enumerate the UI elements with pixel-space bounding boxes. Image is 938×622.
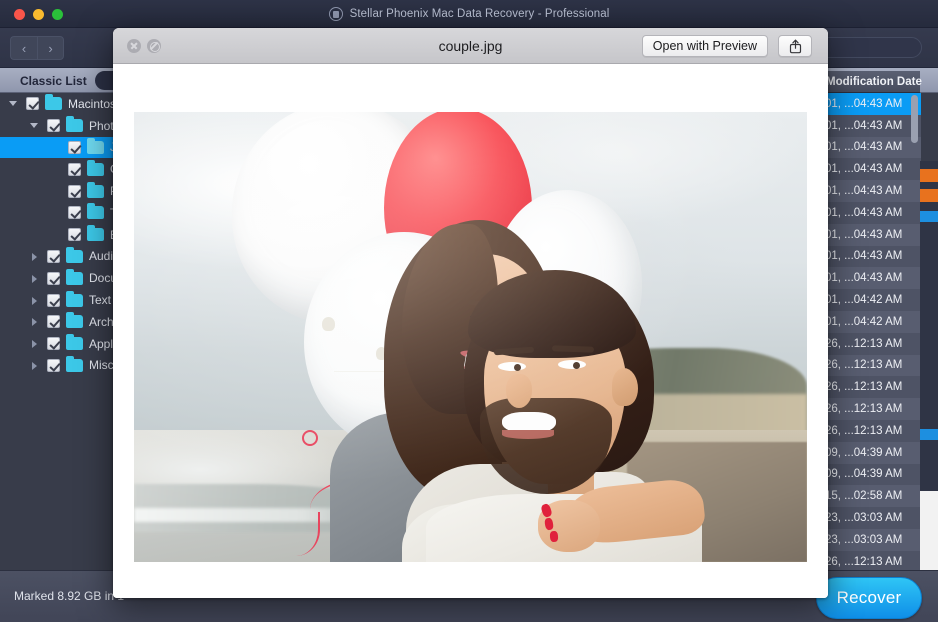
row-checkbox[interactable] [47,315,60,328]
folder-icon [66,315,83,328]
date-cell[interactable]: 26, ...12:13 AM [821,355,921,377]
date-cell[interactable]: 23, ...03:03 AM [821,507,921,529]
date-cell[interactable]: 26, ...12:13 AM [821,420,921,442]
chevron-right-icon[interactable] [29,316,40,327]
folder-icon [87,141,104,154]
tree-spacer [50,229,61,240]
open-with-preview-button[interactable]: Open with Preview [642,35,768,57]
background-window-strip [920,161,938,518]
row-checkbox[interactable] [47,337,60,350]
photo-man-nose [506,374,532,408]
row-checkbox[interactable] [68,141,81,154]
background-blue-badge [920,211,938,222]
chevron-right-icon[interactable]: › [37,36,64,60]
date-cell[interactable]: 26, ...12:13 AM [821,398,921,420]
tree-row-label: Text [89,293,111,307]
photo-ribbon-loop [302,430,318,446]
date-cell[interactable]: 23, ...03:03 AM [821,529,921,551]
date-cell[interactable]: 01, ...04:42 AM [821,311,921,333]
quick-look-preview-window: couple.jpg Open with Preview [113,28,828,598]
chevron-down-icon[interactable] [29,120,40,131]
row-checkbox[interactable] [68,185,81,198]
photo-man-lip [502,430,554,439]
date-cell[interactable]: 26, ...12:13 AM [821,376,921,398]
tab-classic-list[interactable]: Classic List [4,70,103,91]
date-cell[interactable]: 01, ...04:43 AM [821,93,921,115]
date-cell[interactable]: 01, ...04:43 AM [821,246,921,268]
background-orange-badge [920,189,938,202]
photo-man-eye [498,362,526,371]
folder-icon [66,294,83,307]
folder-icon [66,337,83,350]
preview-titlebar: couple.jpg Open with Preview [113,28,828,64]
recover-button[interactable]: Recover [816,577,922,619]
stellar-logo-icon [329,7,343,21]
folder-icon [87,228,104,241]
row-checkbox[interactable] [47,272,60,285]
date-cell[interactable]: 09, ...04:39 AM [821,442,921,464]
date-cell[interactable]: 01, ...04:42 AM [821,289,921,311]
background-blue-badge [920,429,938,440]
folder-icon [87,206,104,219]
page-title: Stellar Phoenix Mac Data Recovery - Prof… [350,8,610,20]
row-checkbox[interactable] [47,250,60,263]
date-cell[interactable]: 15, ...02:58 AM [821,485,921,507]
row-checkbox[interactable] [68,206,81,219]
chevron-left-icon[interactable]: ‹ [10,36,37,60]
photo-fingernail-red [550,531,559,543]
folder-icon [66,250,83,263]
row-checkbox[interactable] [68,228,81,241]
folder-icon [66,119,83,132]
row-checkbox[interactable] [26,97,39,110]
chevron-right-icon[interactable] [29,273,40,284]
background-orange-badge [920,169,938,182]
modification-date-rows[interactable]: 01, ...04:43 AM01, ...04:43 AM01, ...04:… [821,93,921,594]
folder-icon [87,163,104,176]
date-cell[interactable]: 01, ...04:43 AM [821,202,921,224]
share-icon[interactable] [778,35,812,57]
chevron-right-icon[interactable] [29,338,40,349]
photo-man-eye [558,360,586,369]
photo-man-ear [612,368,638,406]
folder-icon [87,185,104,198]
tree-spacer [50,207,61,218]
status-text: Marked 8.92 GB in 1 [14,589,124,603]
couple-on-beach-with-balloons-photo [134,112,807,562]
folder-icon [45,97,62,110]
window-titlebar: Stellar Phoenix Mac Data Recovery - Prof… [0,0,938,28]
row-checkbox[interactable] [47,119,60,132]
preview-body [113,64,828,598]
chevron-down-icon[interactable] [8,98,19,109]
tree-spacer [50,164,61,175]
column-header-modification-date[interactable]: Modification Date [821,71,920,93]
vertical-scrollbar[interactable] [911,95,918,143]
date-cell[interactable]: 01, ...04:43 AM [821,224,921,246]
tree-spacer [50,142,61,153]
date-cell[interactable]: 01, ...04:43 AM [821,115,921,137]
row-checkbox[interactable] [47,359,60,372]
date-cell[interactable]: 01, ...04:43 AM [821,267,921,289]
window-title-group: Stellar Phoenix Mac Data Recovery - Prof… [0,0,938,28]
modification-date-column: Modification Date 01, ...04:43 AM01, ...… [820,93,920,570]
row-checkbox[interactable] [68,163,81,176]
tree-spacer [50,186,61,197]
row-checkbox[interactable] [47,294,60,307]
chevron-right-icon[interactable] [29,251,40,262]
date-cell[interactable]: 26, ...12:13 AM [821,333,921,355]
chevron-right-icon[interactable] [29,360,40,371]
folder-icon [66,272,83,285]
date-cell[interactable]: 01, ...04:43 AM [821,158,921,180]
folder-icon [66,359,83,372]
chevron-right-icon[interactable] [29,295,40,306]
date-cell[interactable]: 09, ...04:39 AM [821,464,921,486]
date-cell[interactable]: 01, ...04:43 AM [821,180,921,202]
date-cell[interactable]: 01, ...04:43 AM [821,137,921,159]
